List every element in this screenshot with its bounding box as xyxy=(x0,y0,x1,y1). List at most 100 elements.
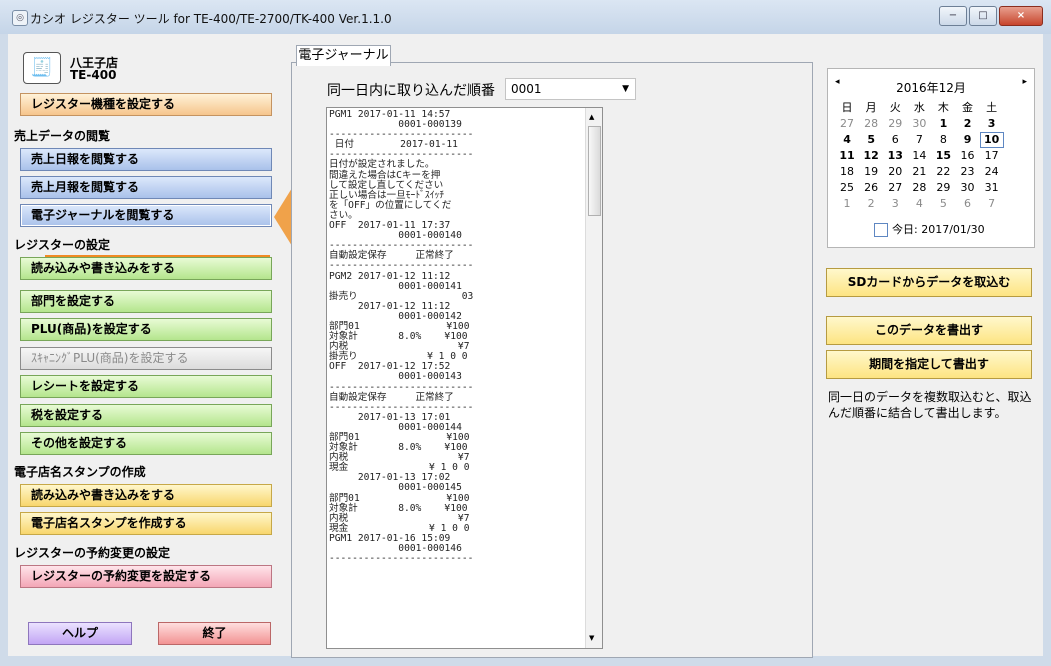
calendar-day[interactable]: 4 xyxy=(835,132,859,148)
plu-button[interactable]: PLU(商品)を設定する xyxy=(20,318,272,341)
journal-scrollbar[interactable]: ▲ ▼ xyxy=(585,108,602,648)
calendar-day[interactable]: 5 xyxy=(931,196,955,212)
today-label: 今日: 2017/01/30 xyxy=(892,223,985,236)
calendar-grid: 日月火水木金土 27 28 29 30 1 2 3 4 5 6 7 8 9 10 11 12 13 14 15 16 1… xyxy=(835,100,1028,212)
journal-lines: PGM1 2017-01-11 14:57 0001-000139 ------… xyxy=(329,109,474,565)
weekday-label: 土 xyxy=(986,101,998,114)
calendar-day[interactable]: 3 xyxy=(980,116,1004,132)
other-settings-button[interactable]: その他を設定する xyxy=(20,432,272,455)
calendar-day[interactable]: 31 xyxy=(980,180,1004,196)
calendar-week: 4 5 6 7 8 9 10 xyxy=(835,132,1028,148)
calendar-day[interactable]: 6 xyxy=(883,132,907,148)
calendar-day[interactable]: 30 xyxy=(907,116,931,132)
calendar-day[interactable]: 30 xyxy=(955,180,979,196)
today-line[interactable]: 今日: 2017/01/30 xyxy=(874,221,985,237)
weekday-label: 木 xyxy=(937,101,949,114)
register-model-button[interactable]: レジスター機種を設定する xyxy=(20,93,272,116)
weekday-label: 金 xyxy=(962,101,974,114)
calendar-days: 27 28 29 30 1 2 3 4 5 6 7 8 9 10 11 12 13 14 15 16 17 18 19 20 2… xyxy=(835,116,1028,212)
calendar-day[interactable]: 13 xyxy=(883,148,907,164)
cash-register-icon: 🧾 xyxy=(23,52,61,84)
calendar-day[interactable]: 17 xyxy=(980,148,1004,164)
calendar-day[interactable]: 14 xyxy=(907,148,931,164)
calendar-day[interactable]: 28 xyxy=(859,116,883,132)
calendar-day[interactable]: 25 xyxy=(835,180,859,196)
calendar-day[interactable]: 3 xyxy=(883,196,907,212)
minimize-button[interactable]: − xyxy=(939,6,967,26)
calendar-day[interactable]: 6 xyxy=(955,196,979,212)
scroll-down-icon[interactable]: ▼ xyxy=(589,634,594,642)
export-period-button[interactable]: 期間を指定して書出す xyxy=(826,350,1032,379)
create-stamp-button[interactable]: 電子店名スタンプを作成する xyxy=(20,512,272,535)
electronic-journal-button[interactable]: 電子ジャーナルを閲覧する xyxy=(20,204,272,227)
weekday-label: 水 xyxy=(913,101,925,114)
sd-import-button[interactable]: SDカードからデータを取込む xyxy=(826,268,1032,297)
exit-button[interactable]: 終了 xyxy=(158,622,271,645)
journal-view[interactable]: PGM1 2017-01-11 14:57 0001-000139 ------… xyxy=(326,107,603,649)
weekday-label: 火 xyxy=(889,101,901,114)
app-icon: ◎ xyxy=(12,10,28,26)
calendar-day[interactable]: 7 xyxy=(907,132,931,148)
calendar-day[interactable]: 23 xyxy=(955,164,979,180)
calendar-day[interactable]: 24 xyxy=(980,164,1004,180)
calendar-day[interactable]: 1 xyxy=(835,196,859,212)
tab-electronic-journal[interactable]: 電子ジャーナル xyxy=(296,45,391,66)
close-button[interactable]: × xyxy=(999,6,1043,26)
order-select[interactable]: 0001 ▼ xyxy=(505,78,636,100)
calendar-week: 1234567 xyxy=(835,196,1028,212)
calendar[interactable]: ◂ ▸ 2016年12月 日月火水木金土 27 28 29 30 1 2 3 4 5 6 7 8 9 10… xyxy=(827,68,1035,248)
calendar-day[interactable]: 29 xyxy=(931,180,955,196)
section-reservation: レジスターの予約変更の設定 xyxy=(14,546,171,560)
calendar-day[interactable]: 28 xyxy=(907,180,931,196)
section-sales-data: 売上データの閲覧 xyxy=(14,129,111,143)
calendar-day[interactable]: 4 xyxy=(907,196,931,212)
calendar-day[interactable]: 12 xyxy=(859,148,883,164)
reservation-button[interactable]: レジスターの予約変更を設定する xyxy=(20,565,272,588)
order-label: 同一日内に取り込んだ順番 xyxy=(327,83,495,99)
monthly-report-button[interactable]: 売上月報を閲覧する xyxy=(20,176,272,199)
receipt-button[interactable]: レシートを設定する xyxy=(20,375,272,398)
calendar-day[interactable]: 16 xyxy=(955,148,979,164)
scanning-plu-button: ｽｷｬﾆﾝｸﾞPLU(商品)を設定する xyxy=(20,347,272,370)
scroll-thumb[interactable] xyxy=(588,126,601,216)
stamp-read-write-button[interactable]: 読み込みや書き込みをする xyxy=(20,484,272,507)
calendar-day[interactable]: 20 xyxy=(883,164,907,180)
register-model: TE-400 xyxy=(70,68,117,82)
calendar-day[interactable]: 15 xyxy=(931,148,955,164)
calendar-day[interactable]: 18 xyxy=(835,164,859,180)
daily-report-button[interactable]: 売上日報を閲覧する xyxy=(20,148,272,171)
calendar-day[interactable]: 27 xyxy=(835,116,859,132)
calendar-day[interactable]: 11 xyxy=(835,148,859,164)
calendar-day[interactable]: 7 xyxy=(980,196,1004,212)
calendar-day[interactable]: 19 xyxy=(859,164,883,180)
calendar-day[interactable]: 22 xyxy=(931,164,955,180)
selection-indicator-icon xyxy=(274,188,292,246)
read-write-button[interactable]: 読み込みや書き込みをする xyxy=(20,257,272,280)
calendar-day[interactable]: 21 xyxy=(907,164,931,180)
department-button[interactable]: 部門を設定する xyxy=(20,290,272,313)
section-electronic-stamp: 電子店名スタンプの作成 xyxy=(14,465,146,479)
window-controls: − □ × xyxy=(939,6,1043,26)
calendar-day[interactable]: 1 xyxy=(931,116,955,132)
calendar-day[interactable]: 2 xyxy=(955,116,979,132)
calendar-day[interactable]: 9 xyxy=(955,132,979,148)
title-bar: ◎ カシオ レジスター ツール for TE-400/TE-2700/TK-40… xyxy=(0,0,1051,34)
calendar-day[interactable]: 2 xyxy=(859,196,883,212)
calendar-day[interactable]: 8 xyxy=(931,132,955,148)
calendar-week: 11 12 13 14 15 16 17 xyxy=(835,148,1028,164)
calendar-day[interactable]: 29 xyxy=(883,116,907,132)
export-this-button[interactable]: このデータを書出す xyxy=(826,316,1032,345)
help-button[interactable]: ヘルプ xyxy=(28,622,132,645)
calendar-day[interactable]: 26 xyxy=(859,180,883,196)
order-select-value: 0001 xyxy=(511,82,542,96)
today-box-icon xyxy=(874,223,888,237)
section-register-settings: レジスターの設定 xyxy=(14,238,111,252)
calendar-week: 18 19 20 21 22 23 24 xyxy=(835,164,1028,180)
calendar-day[interactable]: 27 xyxy=(883,180,907,196)
calendar-week: 25 26 27 28 29 30 31 xyxy=(835,180,1028,196)
calendar-day[interactable]: 10 xyxy=(979,132,1004,148)
maximize-button[interactable]: □ xyxy=(969,6,997,26)
scroll-up-icon[interactable]: ▲ xyxy=(589,113,594,121)
calendar-day[interactable]: 5 xyxy=(859,132,883,148)
tax-button[interactable]: 税を設定する xyxy=(20,404,272,427)
